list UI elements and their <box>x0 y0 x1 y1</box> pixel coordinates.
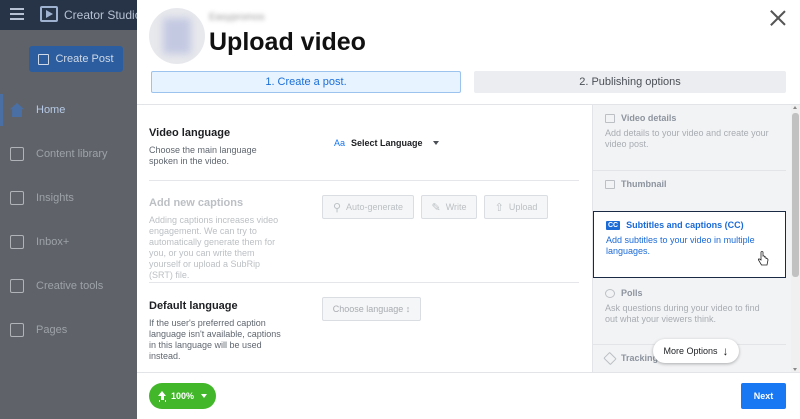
sidebar: Create Post Home Content library Insight… <box>0 30 137 419</box>
step-publishing-options[interactable]: 2. Publishing options <box>474 71 786 93</box>
close-icon[interactable] <box>770 10 786 26</box>
sidebar-item-label: Pages <box>36 324 68 336</box>
more-options-button[interactable]: More Options ↓ <box>653 339 739 363</box>
inbox-icon <box>10 235 24 249</box>
sidebar-item-creative-tools[interactable]: Creative tools <box>0 264 137 308</box>
sidebar-item-label: Creative tools <box>36 280 104 292</box>
choose-language-dropdown[interactable]: Choose language ↕ <box>322 297 421 321</box>
options-panel: Video details Add details to your video … <box>592 105 800 372</box>
poll-icon <box>605 288 615 298</box>
select-language-label: Select Language <box>351 138 423 148</box>
auto-generate-label: Auto-generate <box>346 202 404 212</box>
chevron-down-icon <box>432 141 439 145</box>
create-post-button[interactable]: Create Post <box>29 46 123 72</box>
section-divider <box>149 282 579 283</box>
write-label: Write <box>445 202 467 212</box>
upload-label: Upload <box>508 202 538 212</box>
scroll-down-icon[interactable] <box>793 368 797 371</box>
sidebar-item-label: Insights <box>36 192 74 204</box>
option-desc: Ask questions during your video to find … <box>605 303 760 324</box>
sidebar-item-home[interactable]: Home <box>0 88 137 132</box>
sidebar-item-insights[interactable]: Insights <box>0 176 137 220</box>
option-title: Video details <box>621 113 677 123</box>
edit-icon <box>38 53 50 65</box>
image-icon <box>605 179 615 189</box>
upload-arrow-icon <box>157 390 167 402</box>
library-icon <box>10 147 24 161</box>
modal-footer: 100% Next <box>137 372 800 419</box>
sidebar-item-label: Content library <box>36 148 108 160</box>
more-options-label: More Options <box>663 346 718 356</box>
auto-generate-button[interactable]: ⚲ Auto-generate <box>322 195 414 219</box>
upload-progress-button[interactable]: 100% <box>149 383 216 409</box>
menu-icon[interactable] <box>10 8 24 20</box>
language-icon: Aa <box>334 138 346 148</box>
app-title: Creator Studio <box>64 8 142 22</box>
sidebar-item-inbox[interactable]: Inbox+ <box>0 220 137 264</box>
video-details-icon <box>605 113 615 123</box>
option-desc: Add subtitles to your video in multiple … <box>606 235 755 256</box>
chevron-down-icon <box>201 394 208 398</box>
upload-button[interactable]: ⇧ Upload <box>484 195 548 219</box>
next-button[interactable]: Next <box>741 383 786 409</box>
tag-icon <box>603 351 617 365</box>
modal-title: Upload video <box>209 28 366 56</box>
section-divider <box>149 180 579 181</box>
default-language-desc: If the user's preferred caption language… <box>149 318 281 361</box>
sidebar-item-content-library[interactable]: Content library <box>0 132 137 176</box>
pencil-icon: ✎ <box>431 201 441 214</box>
scrollbar-thumb[interactable] <box>792 113 799 277</box>
sidebar-item-label: Home <box>36 104 66 116</box>
captions-desc: Adding captions increases video engageme… <box>149 215 279 280</box>
option-polls[interactable]: Polls Ask questions during your video to… <box>593 280 786 344</box>
option-desc: Add details to your video and create you… <box>605 128 769 149</box>
cc-icon: CC <box>606 220 621 230</box>
page-name: Easypromos <box>209 12 265 23</box>
home-icon <box>10 103 24 117</box>
modal-header: Easypromos Upload video 1. Create a post… <box>137 0 800 104</box>
write-button[interactable]: ✎ Write <box>421 195 477 219</box>
page-avatar <box>149 8 205 64</box>
create-post-label: Create Post <box>55 53 114 65</box>
option-title: Polls <box>621 288 643 298</box>
step-create-post[interactable]: 1. Create a post. <box>151 71 461 93</box>
options-scrollbar[interactable] <box>791 105 800 372</box>
hand-cursor-icon <box>757 251 769 266</box>
option-title: Tracking <box>621 353 659 363</box>
upload-icon: ⇧ <box>494 201 504 214</box>
option-thumbnail[interactable]: Thumbnail <box>593 171 786 211</box>
option-subtitles-captions[interactable]: CC Subtitles and captions (CC) Add subtit… <box>593 211 786 278</box>
sidebar-item-pages[interactable]: Pages <box>0 308 137 352</box>
creator-studio-logo-icon <box>40 6 58 22</box>
option-video-details[interactable]: Video details Add details to your video … <box>593 105 786 170</box>
chart-icon <box>10 191 24 205</box>
magic-wand-icon: ⚲ <box>332 201 341 214</box>
sidebar-item-label: Inbox+ <box>36 236 70 248</box>
option-title: Subtitles and captions (CC) <box>626 220 744 230</box>
form-content: Video language Choose the main language … <box>137 105 592 372</box>
select-language-dropdown[interactable]: Aa Select Language <box>322 130 451 156</box>
scroll-up-icon[interactable] <box>793 106 797 109</box>
video-language-desc: Choose the main language spoken in the v… <box>149 145 257 166</box>
upload-progress-value: 100% <box>170 391 195 401</box>
upload-video-modal: Easypromos Upload video 1. Create a post… <box>137 0 800 419</box>
option-title: Thumbnail <box>621 179 667 189</box>
tools-icon <box>10 279 24 293</box>
pages-icon <box>10 323 24 337</box>
arrow-down-icon: ↓ <box>722 344 729 358</box>
